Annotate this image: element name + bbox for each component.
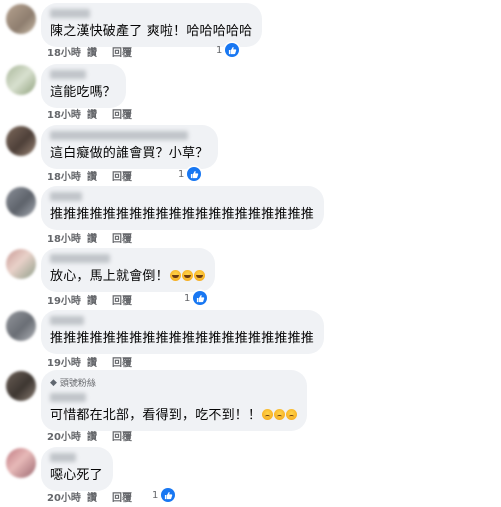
commenter-name[interactable] (50, 192, 82, 201)
like-button[interactable]: 讚 (87, 44, 112, 59)
avatar[interactable] (6, 311, 36, 341)
laughing-tears-icon (193, 270, 205, 281)
commenter-name[interactable] (50, 131, 188, 140)
top-fan-label: 頭號粉絲 (59, 379, 96, 389)
comment-text: 可惜都在北部，看得到，吃不到！！ (50, 407, 298, 424)
sad-face-icon (286, 409, 298, 420)
comment-bubble: 推推推推推推推推推推推推推推推推推推推推 (41, 186, 325, 230)
avatar[interactable] (6, 448, 36, 478)
comment-actions: 18小時 讚 回覆 (47, 230, 132, 245)
comment-bubble: 這白癡做的誰會買？小草？ (41, 125, 219, 169)
like-button[interactable]: 讚 (87, 489, 112, 504)
comment-time[interactable]: 19小時 (47, 354, 87, 369)
like-button[interactable]: 讚 (87, 428, 112, 443)
comment-text: 放心，馬上就會倒！ (50, 268, 205, 285)
like-button[interactable]: 讚 (87, 354, 112, 369)
comment-bubble: 推推推推推推推推推推推推推推推推推推推推 (41, 310, 325, 354)
sad-face-icon (274, 409, 286, 420)
top-fan-badge: ◆ 頭號粉絲 (50, 376, 297, 390)
comment-bubble: ◆ 頭號粉絲 可惜都在北部，看得到，吃不到！！ (41, 370, 308, 431)
comment-time[interactable]: 18小時 (47, 168, 87, 183)
reaction-count[interactable]: 1 (184, 291, 208, 305)
comment-actions: 20小時 讚 回覆 (47, 489, 132, 504)
commenter-name[interactable] (50, 453, 76, 462)
avatar[interactable] (6, 371, 36, 401)
comment-bubble: 放心，馬上就會倒！ (41, 248, 215, 292)
like-button[interactable]: 讚 (87, 168, 112, 183)
laughing-tears-icon (169, 270, 181, 281)
thumbs-up-icon (187, 167, 202, 181)
reply-button[interactable]: 回覆 (112, 489, 132, 504)
avatar[interactable] (6, 126, 36, 156)
thumbs-up-icon (225, 43, 240, 57)
comment-bubble: 陳之漢快破產了 爽啦！哈哈哈哈哈 (41, 3, 263, 47)
comment-actions: 19小時 讚 回覆 (47, 292, 132, 307)
reply-button[interactable]: 回覆 (112, 168, 132, 183)
comment-actions: 18小時 讚 回覆 (47, 168, 132, 183)
comment-actions: 18小時 讚 回覆 (47, 44, 132, 59)
comment-time[interactable]: 18小時 (47, 230, 87, 245)
comment-text: 噁心死了 (50, 468, 103, 483)
comment-bubble: 噁心死了 (41, 447, 113, 491)
reaction-number: 1 (184, 292, 191, 304)
sad-face-icon (262, 409, 274, 420)
comment-bubble: 這能吃嗎？ (41, 64, 127, 108)
comment-time[interactable]: 18小時 (47, 44, 87, 59)
comment-text: 這白癡做的誰會買？小草？ (50, 146, 209, 161)
reaction-number: 1 (216, 44, 223, 56)
reply-button[interactable]: 回覆 (112, 292, 132, 307)
reply-button[interactable]: 回覆 (112, 106, 132, 121)
reply-button[interactable]: 回覆 (112, 44, 132, 59)
like-button[interactable]: 讚 (87, 230, 112, 245)
reply-button[interactable]: 回覆 (112, 428, 132, 443)
avatar[interactable] (6, 249, 36, 279)
laughing-tears-icon (181, 270, 193, 281)
comment-text: 陳之漢快破產了 爽啦！哈哈哈哈哈 (50, 24, 253, 39)
comment-time[interactable]: 20小時 (47, 489, 87, 504)
thumbs-up-icon (193, 291, 208, 305)
diamond-icon: ◆ (50, 377, 57, 388)
avatar[interactable] (6, 187, 36, 217)
comment-actions: 20小時 讚 回覆 (47, 428, 132, 443)
like-button[interactable]: 讚 (87, 106, 112, 121)
commenter-name[interactable] (50, 70, 86, 79)
avatar[interactable] (6, 65, 36, 95)
reaction-count[interactable]: 1 (178, 167, 202, 181)
commenter-name[interactable] (50, 9, 90, 18)
commenter-name[interactable] (50, 393, 86, 402)
comment-text: 推推推推推推推推推推推推推推推推推推推推 (50, 331, 315, 346)
comment-time[interactable]: 19小時 (47, 292, 87, 307)
avatar[interactable] (6, 4, 36, 34)
comment-actions: 18小時 讚 回覆 (47, 106, 132, 121)
reaction-count[interactable]: 1 (152, 488, 176, 502)
comment-time[interactable]: 18小時 (47, 106, 87, 121)
reaction-number: 1 (178, 168, 185, 180)
reply-button[interactable]: 回覆 (112, 354, 132, 369)
commenter-name[interactable] (50, 316, 84, 325)
commenter-name[interactable] (50, 254, 110, 263)
like-button[interactable]: 讚 (87, 292, 112, 307)
reaction-count[interactable]: 1 (216, 43, 240, 57)
comment-text: 推推推推推推推推推推推推推推推推推推推推 (50, 207, 315, 222)
reply-button[interactable]: 回覆 (112, 230, 132, 245)
reaction-number: 1 (152, 489, 159, 501)
thumbs-up-icon (161, 488, 176, 502)
comment-time[interactable]: 20小時 (47, 428, 87, 443)
comment-text: 這能吃嗎？ (50, 85, 117, 100)
comment-actions: 19小時 讚 回覆 (47, 354, 132, 369)
